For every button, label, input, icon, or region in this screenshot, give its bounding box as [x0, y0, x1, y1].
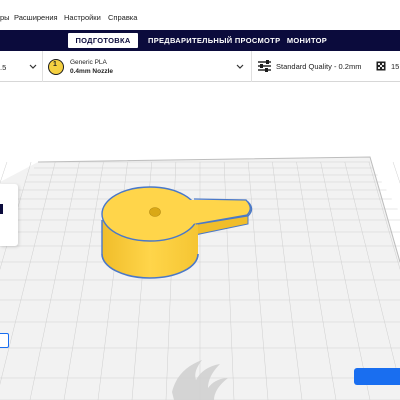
chevron-down-icon[interactable] [29, 64, 37, 70]
chevron-down-icon[interactable] [236, 64, 244, 70]
menu-item-preferences[interactable]: Настройки [64, 13, 101, 22]
slice-button[interactable] [354, 368, 400, 385]
material-name: Generic PLA [70, 59, 107, 66]
infill-value: 15 [391, 62, 400, 71]
settings-sliders-icon [258, 60, 271, 72]
menu-item-help[interactable]: Справка [108, 13, 137, 22]
tool-panel[interactable] [0, 184, 18, 246]
menu-bar: ры Расширения Настройки Справка [0, 0, 400, 30]
infill-icon [376, 61, 386, 71]
tab-prepare[interactable]: ПОДГОТОВКА [68, 33, 138, 48]
printer-selector-label[interactable]: .5 [0, 63, 6, 72]
material-slot-number: 1 [53, 61, 57, 68]
divider [251, 51, 252, 82]
tab-monitor[interactable]: МОНИТОР [280, 33, 334, 48]
menu-item-tools[interactable]: ры [0, 13, 10, 22]
nozzle-size: 0.4mm Nozzle [70, 68, 113, 75]
tab-preview[interactable]: ПРЕДВАРИТЕЛЬНЫЙ ПРОСМОТР [148, 33, 280, 48]
settings-bar: .5 1 Generic PLA 0.4mm Nozzle Standard Q… [0, 51, 400, 82]
tool-indicator [0, 204, 3, 214]
stage-header: ПОДГОТОВКА ПРЕДВАРИТЕЛЬНЫЙ ПРОСМОТР МОНИ… [0, 30, 400, 51]
viewport-canvas[interactable] [0, 82, 400, 400]
divider [42, 51, 43, 82]
3d-viewport[interactable] [0, 82, 400, 400]
quality-profile: Standard Quality - 0.2mm [276, 62, 362, 71]
menu-item-extensions[interactable]: Расширения [14, 13, 58, 22]
view-orientation-box[interactable] [0, 333, 9, 348]
